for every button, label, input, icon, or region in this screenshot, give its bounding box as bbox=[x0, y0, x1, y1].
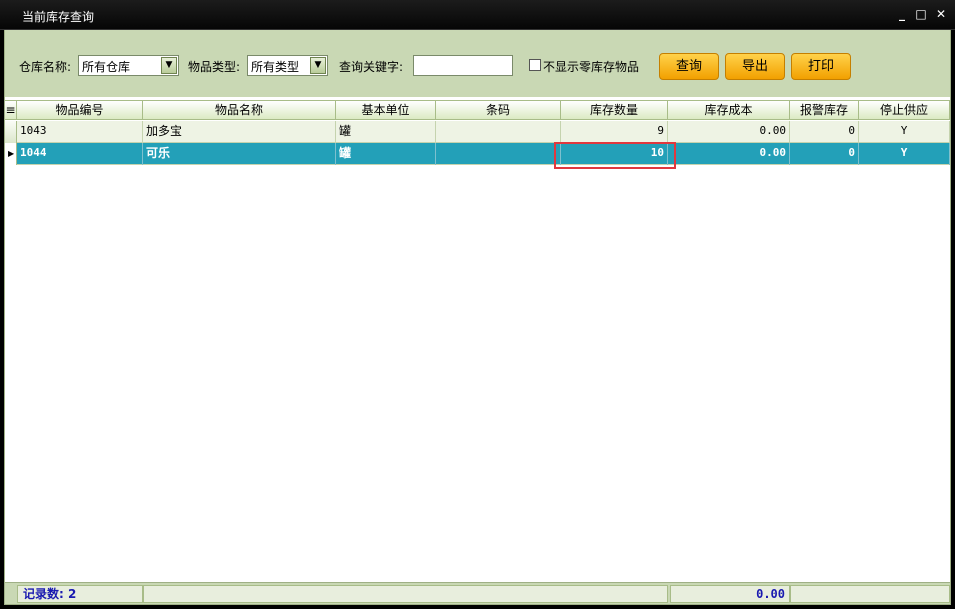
type-value: 所有类型 bbox=[251, 60, 300, 74]
cell-cost: 0.00 bbox=[668, 143, 790, 165]
col-header-qty[interactable]: 库存数量 bbox=[561, 101, 668, 120]
cell-qty: 9 bbox=[561, 121, 668, 143]
cell-unit: 罐 bbox=[336, 143, 436, 165]
cell-code: 1043 bbox=[17, 121, 143, 143]
record-count: 记录数: 2 bbox=[17, 585, 143, 603]
cell-cost: 0.00 bbox=[668, 121, 790, 143]
col-header-stop[interactable]: 停止供应 bbox=[859, 101, 950, 120]
cost-total: 0.00 bbox=[670, 585, 790, 603]
minimize-icon[interactable]: _ bbox=[894, 6, 910, 22]
grid-corner-icon[interactable]: ≡ bbox=[5, 101, 17, 120]
zero-stock-checkbox[interactable] bbox=[529, 59, 541, 71]
row-indicator[interactable] bbox=[5, 121, 17, 143]
cell-barcode bbox=[436, 121, 561, 143]
row-pointer-icon: ▶ bbox=[8, 149, 15, 158]
title-bar[interactable]: 当前库存查询 _ □ ✕ bbox=[0, 0, 955, 30]
chevron-down-icon[interactable]: ▼ bbox=[310, 57, 326, 74]
cell-alarm: 0 bbox=[790, 143, 859, 165]
footer-spacer-right bbox=[790, 585, 950, 603]
cell-name: 加多宝 bbox=[143, 121, 336, 143]
cell-code: 1044 bbox=[17, 143, 143, 165]
export-button[interactable]: 导出 bbox=[725, 53, 785, 80]
warehouse-label: 仓库名称: bbox=[19, 60, 72, 74]
grid-header: ≡ 物品编号 物品名称 基本单位 条码 库存数量 库存成本 报警库存 停止供应 bbox=[5, 100, 950, 120]
status-footer: 记录数: 2 0.00 bbox=[4, 582, 951, 605]
cell-unit: 罐 bbox=[336, 121, 436, 143]
cell-name: 可乐 bbox=[143, 143, 336, 165]
keyword-label: 查询关键字: bbox=[339, 60, 404, 74]
cell-stop: Y bbox=[859, 121, 950, 143]
zero-stock-label: 不显示零库存物品 bbox=[543, 60, 640, 74]
row-indicator[interactable]: ▶ bbox=[5, 143, 17, 165]
chevron-down-icon[interactable]: ▼ bbox=[161, 57, 177, 74]
table-row-selected[interactable]: ▶ 1044 可乐 罐 10 0.00 0 Y bbox=[5, 143, 950, 165]
warehouse-value: 所有仓库 bbox=[82, 60, 131, 74]
warehouse-select[interactable]: 所有仓库 ▼ bbox=[78, 55, 179, 76]
cell-stop: Y bbox=[859, 143, 950, 165]
table-row[interactable]: 1043 加多宝 罐 9 0.00 0 Y bbox=[5, 121, 950, 143]
filter-toolbar: 仓库名称: 所有仓库 ▼ 物品类型: 所有类型 ▼ 查询关键字: 不显示零库存物… bbox=[4, 30, 951, 97]
col-header-name[interactable]: 物品名称 bbox=[143, 101, 336, 120]
query-button[interactable]: 查询 bbox=[659, 53, 719, 80]
inventory-window: 当前库存查询 _ □ ✕ 仓库名称: 所有仓库 ▼ 物品类型: 所有类型 ▼ 查… bbox=[0, 0, 955, 609]
highlight-annotation bbox=[554, 142, 676, 169]
cell-barcode bbox=[436, 143, 561, 165]
col-header-alarm[interactable]: 报警库存 bbox=[790, 101, 859, 120]
col-header-cost[interactable]: 库存成本 bbox=[668, 101, 790, 120]
close-icon[interactable]: ✕ bbox=[933, 6, 949, 22]
print-button[interactable]: 打印 bbox=[791, 53, 851, 80]
maximize-icon[interactable]: □ bbox=[913, 6, 929, 22]
col-header-code[interactable]: 物品编号 bbox=[17, 101, 143, 120]
inventory-grid: ≡ 物品编号 物品名称 基本单位 条码 库存数量 库存成本 报警库存 停止供应 … bbox=[4, 97, 951, 582]
window-title: 当前库存查询 bbox=[22, 10, 95, 24]
col-header-unit[interactable]: 基本单位 bbox=[336, 101, 436, 120]
footer-spacer bbox=[143, 585, 668, 603]
cell-alarm: 0 bbox=[790, 121, 859, 143]
keyword-input[interactable] bbox=[413, 55, 513, 76]
col-header-barcode[interactable]: 条码 bbox=[436, 101, 561, 120]
type-select[interactable]: 所有类型 ▼ bbox=[247, 55, 328, 76]
type-label: 物品类型: bbox=[188, 60, 241, 74]
